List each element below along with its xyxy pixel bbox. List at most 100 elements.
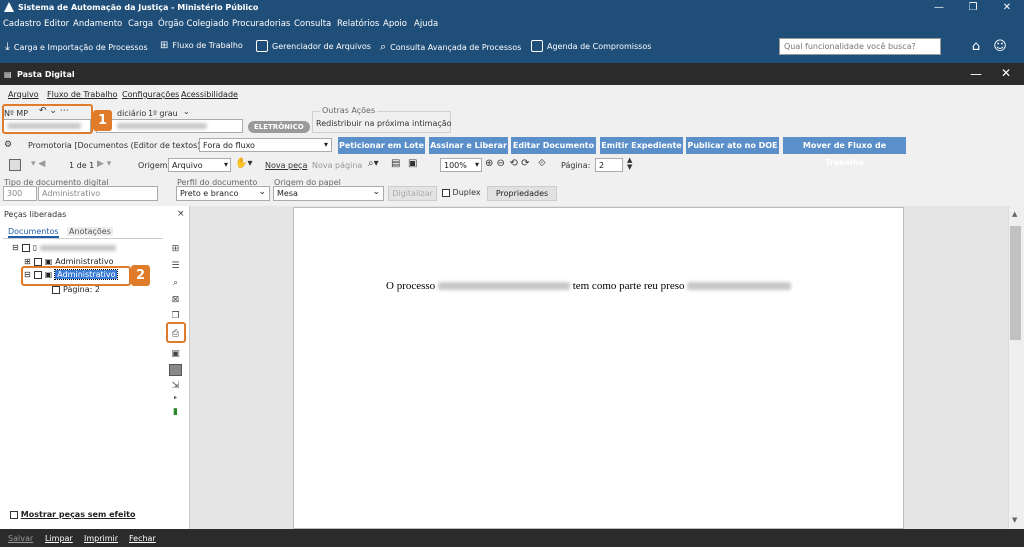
outras-acoes-label: Outras Ações xyxy=(320,106,378,115)
minimize-icon[interactable]: — xyxy=(922,0,956,16)
limpar-button[interactable]: Limpar xyxy=(45,534,73,543)
toolbar-carga-importacao[interactable]: ⤓ Carga e Importação de Processos xyxy=(5,40,148,54)
move-icon[interactable]: ⇲ xyxy=(169,380,182,392)
next-page-icon[interactable]: ▶ ▾ xyxy=(97,159,111,169)
pasta-close-icon[interactable]: ✕ xyxy=(1001,66,1011,80)
tree-item-1-checkbox[interactable] xyxy=(33,257,42,266)
tab-documentos[interactable]: Documentos xyxy=(8,227,59,238)
search-doc-icon[interactable]: ⌕ xyxy=(169,277,182,289)
peticionar-lote-button[interactable]: Peticionar em Lote xyxy=(338,137,425,154)
toolbar-consulta-avancada[interactable]: ⌕ Consulta Avançada de Processos xyxy=(380,40,521,54)
tree-root[interactable]: ⊟ ▯ xyxy=(12,243,117,252)
grau-chevron-down-icon[interactable]: ⌄ xyxy=(183,107,190,116)
pagina-stepper-icon[interactable]: ▲ ▼ xyxy=(627,157,632,171)
home-icon[interactable]: ⌂ xyxy=(968,39,984,55)
lock-doc-icon: ▣ xyxy=(44,257,53,266)
toolbar-gerenciador-arquivos[interactable]: Gerenciador de Arquivos xyxy=(256,40,371,52)
submenu-fluxo[interactable]: Fluxo de Trabalho xyxy=(47,90,117,99)
processo-field[interactable] xyxy=(96,119,243,133)
pagina-input[interactable]: 2 xyxy=(595,158,623,172)
outras-acoes-value[interactable]: Redistribuir na próxima intimação xyxy=(316,119,452,128)
pasta-digital-bar: ▤ Pasta Digital — ✕ xyxy=(0,63,1024,85)
scrollbar-thumb[interactable] xyxy=(1010,226,1021,340)
green-doc-icon[interactable]: ▮ xyxy=(169,406,182,418)
redo-page-icon[interactable]: ⟐ xyxy=(538,158,546,169)
toolbar-agenda[interactable]: Agenda de Compromissos xyxy=(531,40,651,52)
menu-orgao-colegiado[interactable]: Órgão Colegiado xyxy=(158,19,229,29)
file-manager-icon xyxy=(256,40,268,52)
more-arrow-icon[interactable]: ▸ xyxy=(169,392,182,404)
publicar-doe-button[interactable]: Publicar ato no DOE xyxy=(686,137,779,154)
document-page: O processo tem como parte reu preso xyxy=(293,207,904,529)
eletronico-badge: ELETRÔNICO xyxy=(248,121,310,133)
mostrar-sem-efeito-checkbox[interactable]: Mostrar peças sem efeito xyxy=(10,510,135,519)
workflow-icon: ⊞ xyxy=(160,40,169,51)
tree-root-checkbox[interactable] xyxy=(21,243,30,252)
submenu-arquivo[interactable]: Arquivo xyxy=(8,90,39,99)
menu-ajuda[interactable]: Ajuda xyxy=(414,19,438,29)
assinar-liberar-button[interactable]: Assinar e Liberar xyxy=(429,137,508,154)
imprimir-button[interactable]: Imprimir xyxy=(84,534,118,543)
restore-icon[interactable]: ❐ xyxy=(956,0,990,16)
zoom-search-icon[interactable]: ⌕▾ xyxy=(368,158,379,169)
judiciario-label: diciário xyxy=(117,109,147,118)
zoom-select[interactable]: 100% ▾ xyxy=(440,158,482,172)
first-page-icon[interactable]: ▾ ◀ xyxy=(31,159,45,169)
fit-width-icon[interactable]: ▣ xyxy=(408,158,417,169)
toolbar-fluxo-trabalho[interactable]: ⊞ Fluxo de Trabalho xyxy=(160,40,243,51)
digitalizar-button: Digitalizar xyxy=(388,186,437,201)
origem-label: Origem: xyxy=(138,161,171,170)
note-icon[interactable] xyxy=(169,364,182,376)
rotate-icon[interactable]: ⟲ ⟳ xyxy=(500,158,530,169)
tree-item-pagina[interactable]: Página: 2 xyxy=(52,285,100,294)
expand-icon[interactable]: ⊞ xyxy=(24,257,31,266)
menu-relatorios[interactable]: Relatórios xyxy=(337,19,379,29)
perfil-select[interactable]: Preto e branco ⌄ xyxy=(176,186,270,201)
fit-page-icon[interactable]: ▤ xyxy=(391,158,400,169)
tree-page-checkbox[interactable] xyxy=(52,285,60,294)
origem-chevron-down-icon: ▾ xyxy=(223,160,228,169)
propriedades-button[interactable]: Propriedades xyxy=(487,186,557,201)
pasta-minimize-icon[interactable]: — xyxy=(970,67,982,81)
menu-cadastro[interactable]: Cadastro xyxy=(3,19,41,29)
search-input[interactable] xyxy=(779,38,941,55)
callout-1: 1 xyxy=(93,110,112,131)
menu-apoio[interactable]: Apoio xyxy=(383,19,407,29)
close-icon[interactable]: ✕ xyxy=(990,0,1024,16)
tree-view-icon[interactable]: ⊞ xyxy=(169,243,182,255)
menu-procuradorias[interactable]: Procuradorias xyxy=(232,19,290,29)
emitir-expediente-button[interactable]: Emitir Expediente xyxy=(600,137,683,154)
insert-doc-icon[interactable]: ▣ xyxy=(169,348,182,360)
tree-item-administrativo-1[interactable]: ⊞ ▣ Administrativo xyxy=(24,257,113,266)
menu-andamento[interactable]: Andamento xyxy=(73,19,122,29)
mover-fluxo-button[interactable]: Mover de Fluxo de Trabalho xyxy=(783,137,906,167)
nova-peca-button[interactable]: Nova peça xyxy=(265,161,307,170)
submenu-configuracoes[interactable]: Configurações xyxy=(122,90,179,99)
scroll-down-icon[interactable]: ▼ xyxy=(1012,516,1017,524)
pasta-title: Pasta Digital xyxy=(17,70,75,79)
pane-close-icon[interactable]: × xyxy=(177,209,185,219)
menu-carga[interactable]: Carga xyxy=(128,19,153,29)
menu-consulta[interactable]: Consulta xyxy=(294,19,331,29)
origem-papel-select[interactable]: Mesa ⌄ xyxy=(273,186,384,201)
tipo-code-field[interactable]: 300 xyxy=(3,186,37,201)
fila-select[interactable]: Fora do fluxo ▾ xyxy=(199,138,332,152)
origem-select[interactable]: Arquivo ▾ xyxy=(168,158,231,172)
tool-select-icon[interactable] xyxy=(9,159,21,171)
copy-doc-icon[interactable]: ❐ xyxy=(169,310,182,322)
salvar-button: Salvar xyxy=(8,534,34,543)
users-icon[interactable]: ☺ xyxy=(992,39,1008,55)
editar-documento-button[interactable]: Editar Documento xyxy=(511,137,596,154)
collapse-icon[interactable]: ⊟ xyxy=(12,243,19,252)
fechar-button[interactable]: Fechar xyxy=(129,534,156,543)
tab-anotacoes[interactable]: Anotações xyxy=(67,227,113,236)
scroll-up-icon[interactable]: ▲ xyxy=(1012,210,1017,218)
tipo-value-field[interactable]: Administrativo xyxy=(38,186,158,201)
hand-icon[interactable]: ✋▾ xyxy=(235,158,252,169)
remove-doc-icon[interactable]: ⊠ xyxy=(169,294,182,306)
menu-editor[interactable]: Editor xyxy=(44,19,69,29)
document-icon: ▯ xyxy=(32,243,38,252)
stack-icon[interactable]: ☰ xyxy=(169,260,182,272)
duplex-checkbox[interactable]: Duplex xyxy=(442,188,481,197)
submenu-acessibilidade[interactable]: Acessibilidade xyxy=(181,90,238,99)
